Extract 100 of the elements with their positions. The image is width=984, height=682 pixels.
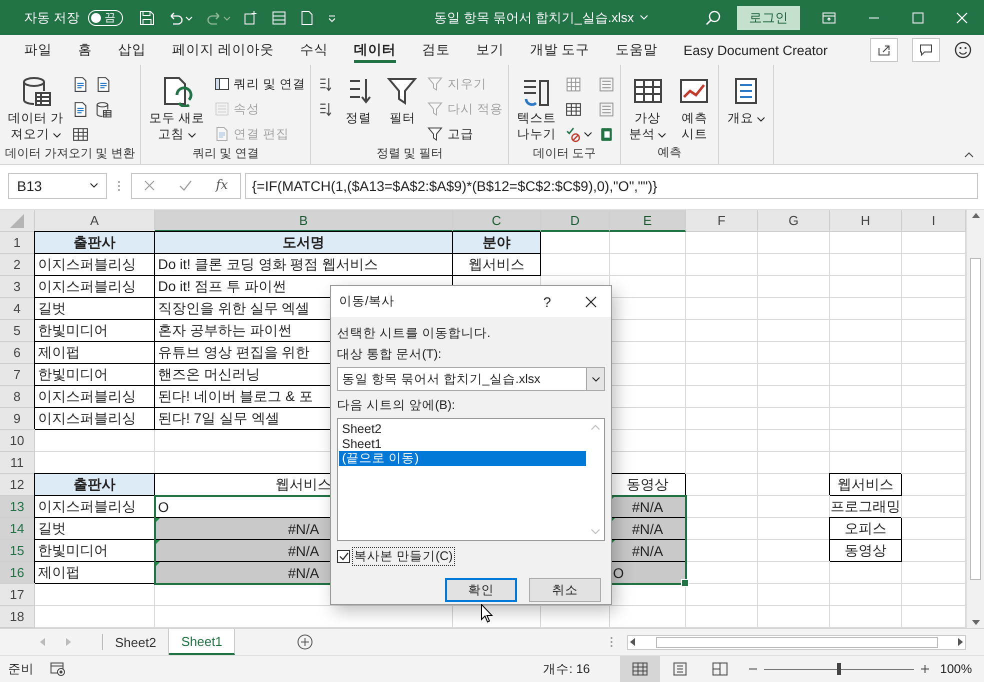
ribbon-button[interactable]: 필터 <box>383 73 422 129</box>
collapse-ribbon-icon[interactable] <box>964 152 974 158</box>
column-header[interactable]: F <box>686 210 758 232</box>
row-header[interactable]: 1 <box>0 232 35 254</box>
ribbon-button[interactable]: 개요 <box>724 73 768 129</box>
group-label: 예측 <box>658 145 682 160</box>
ribbon-button[interactable]: 쿼리 및 연결 <box>214 73 306 95</box>
ribbon-button[interactable]: 가상 분석 <box>626 73 670 144</box>
row-header[interactable]: 3 <box>0 276 35 298</box>
row-header[interactable]: 2 <box>0 254 35 276</box>
workbook-dropdown[interactable]: 동일 항목 묶어서 합치기_실습.xlsx <box>337 367 605 391</box>
column-header[interactable]: G <box>758 210 830 232</box>
menu-tab[interactable]: 파일 <box>14 35 62 65</box>
sheet-tab[interactable]: Sheet1 <box>169 629 236 655</box>
menu-tab[interactable]: 도움말 <box>606 35 668 65</box>
search-icon[interactable] <box>705 10 721 26</box>
column-header[interactable]: D <box>541 210 610 232</box>
document-title: 동일 항목 묶어서 합치기_실습.xlsx <box>434 8 634 26</box>
row-header[interactable]: 14 <box>0 518 35 540</box>
row-header[interactable]: 13 <box>0 496 35 518</box>
sheet-list[interactable]: Sheet2 Sheet1 (끝으로 이동) <box>337 418 605 541</box>
save-icon[interactable] <box>138 10 155 26</box>
redo-icon[interactable] <box>204 10 231 26</box>
comment-button[interactable] <box>912 38 940 62</box>
view-button[interactable] <box>620 656 660 682</box>
zoom-slider[interactable] <box>837 662 842 674</box>
ribbon-display-icon[interactable] <box>822 10 836 24</box>
caret-icon <box>52 132 61 138</box>
menu-tab[interactable]: 페이지 레이아웃 <box>162 35 284 65</box>
table-cell: 한빛미디어 <box>35 364 155 386</box>
menu-tab[interactable]: 검토 <box>412 35 460 65</box>
funnel-icon <box>427 101 444 117</box>
row-header[interactable]: 9 <box>0 408 35 430</box>
row-header[interactable]: 11 <box>0 452 35 474</box>
row-header[interactable]: 12 <box>0 474 35 496</box>
ribbon-button[interactable]: 모두 새로 고침 <box>146 73 208 144</box>
formula-field[interactable]: {=IF(MATCH(1,($A13=$A$2:$A$9)*(B$12=$C$2:$C$9),0),"O","")} <box>245 172 978 198</box>
login-button[interactable]: 로그인 <box>737 6 800 30</box>
row-header[interactable]: 15 <box>0 540 35 562</box>
smiley-icon[interactable] <box>954 41 972 59</box>
autosave-toggle[interactable]: 끔 <box>88 10 123 26</box>
column-header[interactable]: H <box>830 210 902 232</box>
list-item[interactable]: Sheet1 <box>339 436 586 451</box>
cancel-icon[interactable] <box>144 180 155 191</box>
name-box[interactable]: B13 <box>8 172 107 198</box>
checkbox[interactable] <box>337 550 350 563</box>
row-header[interactable]: 4 <box>0 298 35 320</box>
row-header[interactable]: 18 <box>0 606 35 628</box>
insert-function-button[interactable]: fx <box>216 178 228 193</box>
share-button[interactable] <box>870 38 898 62</box>
row-header[interactable]: 8 <box>0 386 35 408</box>
column-header[interactable]: A <box>35 210 155 232</box>
menu-tab[interactable]: 데이터 <box>344 35 406 65</box>
column-header[interactable]: E <box>610 210 686 232</box>
new-sheet-icon[interactable] <box>242 10 259 26</box>
ok-button[interactable]: 확인 <box>445 578 517 602</box>
row-header[interactable]: 5 <box>0 320 35 342</box>
menu-tab[interactable]: 삽입 <box>108 35 156 65</box>
ribbon-button[interactable]: 고급 <box>427 123 503 145</box>
scroll-left-icon[interactable] <box>630 638 635 646</box>
checkbox-label[interactable]: 복사본 만들기(C) <box>352 547 455 566</box>
maximize-icon[interactable] <box>912 12 924 24</box>
ribbon-button[interactable]: 정렬 <box>339 73 378 129</box>
customize-icon[interactable] <box>326 12 337 22</box>
vertical-scrollbar[interactable] <box>966 210 984 628</box>
add-sheet-icon[interactable] <box>297 634 314 650</box>
menu-tab[interactable]: 개발 도구 <box>520 35 600 65</box>
menu-tab[interactable]: Easy Document Creator <box>674 35 838 65</box>
cancel-button[interactable]: 취소 <box>529 578 601 602</box>
zoom-level[interactable]: 100% <box>940 662 972 676</box>
column-header[interactable]: C <box>453 210 541 232</box>
form-icon[interactable] <box>270 10 287 26</box>
grip-icon[interactable] <box>610 636 613 648</box>
column-header[interactable]: I <box>902 210 966 232</box>
row-header[interactable]: 16 <box>0 562 35 584</box>
menu-tab[interactable]: 보기 <box>466 35 514 65</box>
list-item[interactable]: (끝으로 이동) <box>339 451 586 466</box>
ribbon-button[interactable]: 데이터 가 져오기 <box>5 73 66 144</box>
zoom-in-icon[interactable] <box>920 664 930 674</box>
menu-tab[interactable]: 수식 <box>290 35 338 65</box>
scroll-down-icon[interactable] <box>972 620 980 625</box>
enter-icon[interactable] <box>178 180 192 191</box>
document-icon[interactable] <box>298 10 315 26</box>
table-cell: 분야 <box>453 232 541 254</box>
help-button[interactable]: ? <box>543 294 551 310</box>
menu-tab[interactable]: 홈 <box>68 35 102 65</box>
row-header[interactable]: 10 <box>0 430 35 452</box>
column-header[interactable]: B <box>155 210 453 232</box>
close-icon[interactable] <box>585 296 597 308</box>
horizontal-scrollbar[interactable] <box>627 634 966 650</box>
scroll-right-icon[interactable] <box>958 638 963 646</box>
row-header[interactable]: 7 <box>0 364 35 386</box>
row-header[interactable]: 6 <box>0 342 35 364</box>
scroll-up-icon[interactable] <box>972 213 980 218</box>
group-label: 데이터 도구 <box>532 146 596 160</box>
table-cell: #N/A <box>610 518 686 540</box>
ribbon-button[interactable]: 예측 시트 <box>675 73 714 144</box>
macro-record-icon[interactable] <box>50 662 66 676</box>
row-header[interactable]: 17 <box>0 584 35 606</box>
ribbon-button[interactable]: 텍스트 나누기 <box>514 73 559 144</box>
